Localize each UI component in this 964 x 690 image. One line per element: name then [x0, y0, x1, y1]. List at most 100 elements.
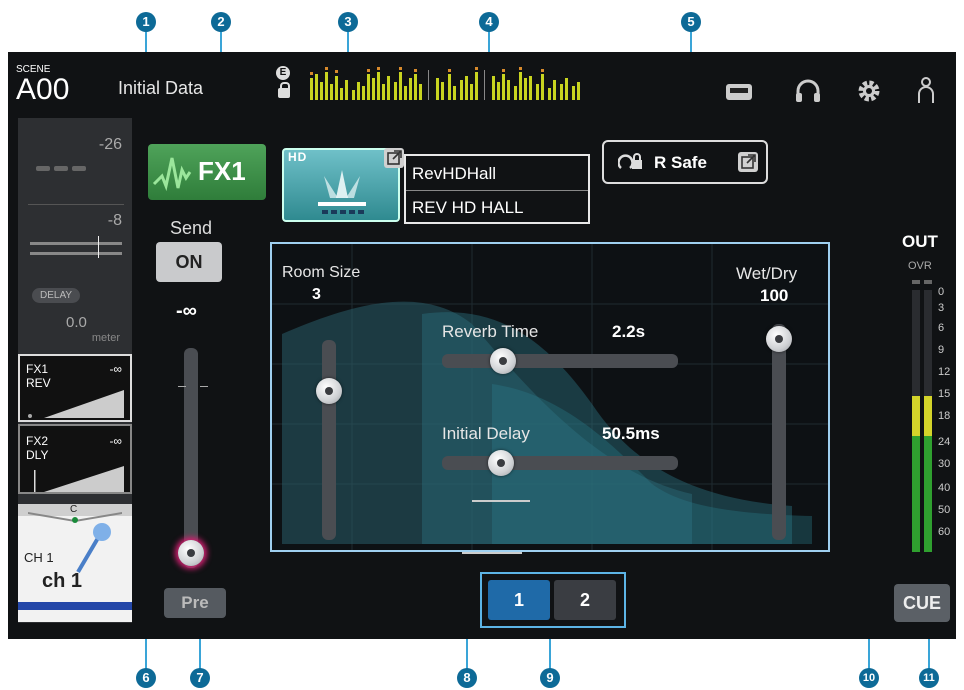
- recall-safe-button[interactable]: R Safe: [602, 140, 768, 184]
- scale-18: 18: [938, 410, 951, 422]
- wet-dry-value: 100: [760, 286, 789, 305]
- strip-marker: [98, 236, 99, 258]
- callout-11: 11: [919, 668, 939, 688]
- initial-delay-slider[interactable]: [442, 456, 678, 470]
- pan-label: C: [70, 504, 78, 515]
- initial-delay-value: 50.5ms: [602, 424, 660, 443]
- reverb-time-slider[interactable]: [442, 354, 678, 368]
- meter-yellow-r: [924, 396, 932, 436]
- callout-7: 7: [190, 668, 210, 688]
- scale-50: 50: [938, 504, 951, 516]
- headphones-icon[interactable]: [794, 78, 822, 104]
- hall-icon: [318, 170, 366, 214]
- strip-value-mid: -8: [107, 212, 122, 229]
- panel-bottom-line: [462, 552, 522, 554]
- room-size-slider[interactable]: [322, 340, 336, 540]
- callout-8: 8: [457, 668, 477, 688]
- effect-popup-icon[interactable]: [384, 148, 404, 168]
- callout-10: 10: [859, 668, 879, 688]
- room-size-label: Room Size: [282, 264, 361, 281]
- microphone-icon: [76, 523, 111, 574]
- gear-icon[interactable]: [856, 78, 882, 104]
- cassette-icon[interactable]: [724, 82, 754, 102]
- ovr-led-r: [924, 280, 932, 284]
- fx2-level-wedge: [34, 466, 124, 492]
- scale-40: 40: [938, 482, 951, 494]
- cue-button[interactable]: CUE: [894, 584, 950, 622]
- ext-badge-icon: E: [276, 66, 290, 80]
- channel-label: CH 1: [24, 550, 54, 565]
- send-on-button[interactable]: ON: [156, 242, 222, 282]
- wet-dry-knob[interactable]: [766, 326, 792, 352]
- scene-number[interactable]: A00: [16, 74, 69, 106]
- out-meter: [912, 280, 936, 552]
- strip-led-3: [72, 166, 86, 171]
- callout-4: 4: [479, 12, 499, 32]
- scene-name[interactable]: Initial Data: [118, 78, 203, 99]
- page-1-button[interactable]: 1: [488, 580, 550, 620]
- fx1-cell-name: FX1: [26, 362, 49, 376]
- meter-green-r: [924, 436, 932, 552]
- channel-meters: [310, 67, 580, 100]
- callout-9: 9: [540, 668, 560, 688]
- scale-9: 9: [938, 344, 945, 356]
- room-size-knob[interactable]: [316, 378, 342, 404]
- out-label: OUT: [902, 232, 938, 251]
- page-selector: 1 2: [480, 572, 626, 628]
- scale-3: 3: [938, 302, 945, 314]
- effect-name-box[interactable]: RevHDHall REV HD HALL: [404, 154, 590, 224]
- meter-yellow-l: [912, 396, 920, 436]
- ovr-led-l: [912, 280, 920, 284]
- callout-5: 5: [681, 12, 701, 32]
- channel-color-bar: [18, 602, 132, 610]
- send-fader-knob[interactable]: [178, 540, 204, 566]
- initial-delay-knob[interactable]: [488, 450, 514, 476]
- effect-type: REV HD HALL: [412, 198, 524, 217]
- strip-led-2: [54, 166, 68, 171]
- scale-12: 12: [938, 366, 951, 378]
- send-level: -∞: [176, 300, 197, 322]
- channel-name-cell[interactable]: C CH 1 ch 1: [18, 504, 132, 622]
- fx-select-button[interactable]: FX1: [148, 144, 266, 200]
- lock-icon[interactable]: [278, 82, 290, 98]
- strip-bar-1: [30, 242, 122, 245]
- user-icon[interactable]: [916, 76, 936, 106]
- initial-delay-label: Initial Delay: [442, 424, 530, 443]
- recall-safe-icon: [618, 153, 642, 169]
- strip-value-top: -26: [98, 136, 122, 153]
- fx1-send-cell[interactable]: FX1 -∞ REV: [18, 354, 132, 422]
- mixer-screen: SCENE A00 Initial Data E -26 -8 DELAY 0.…: [8, 52, 956, 639]
- fx2-send-cell[interactable]: FX2 -∞ DLY: [18, 424, 132, 494]
- scale-30: 30: [938, 458, 951, 470]
- channel-strip: -26 -8 DELAY 0.0 meter FX1 -∞ REV FX2 -∞…: [18, 118, 132, 623]
- page-2-button[interactable]: 2: [554, 580, 616, 620]
- delay-unit: meter: [91, 332, 120, 344]
- wet-dry-slider[interactable]: [772, 324, 786, 540]
- scale-60: 60: [938, 526, 951, 538]
- wet-dry-label: Wet/Dry: [736, 264, 798, 283]
- pre-button[interactable]: Pre: [164, 588, 226, 618]
- strip-led-1: [36, 166, 50, 171]
- reverb-time-knob[interactable]: [490, 348, 516, 374]
- callout-2: 2: [211, 12, 231, 32]
- fx-waveform-icon: [152, 157, 192, 192]
- delay-badge[interactable]: DELAY: [32, 288, 81, 303]
- scale-15: 15: [938, 388, 951, 400]
- send-fader-track[interactable]: [184, 348, 198, 568]
- effect-type-button[interactable]: HD: [282, 148, 400, 222]
- callout-1: 1: [136, 12, 156, 32]
- recall-safe-popup-icon: [738, 152, 758, 172]
- ovr-label: OVR: [908, 260, 932, 272]
- fx1-level-wedge: [28, 390, 124, 418]
- hd-badge: HD: [288, 150, 308, 164]
- callout-3: 3: [338, 12, 358, 32]
- channel-name: ch 1: [42, 570, 83, 592]
- panel-indicator-line: [472, 500, 530, 502]
- fader-tick-1: [178, 386, 186, 387]
- meter-green-l: [912, 436, 920, 552]
- reverb-graph: [272, 244, 828, 550]
- scale-0: 0: [938, 286, 945, 298]
- fx2-cell-name: FX2: [26, 434, 49, 448]
- fader-tick-2: [200, 386, 208, 387]
- send-label: Send: [170, 218, 213, 238]
